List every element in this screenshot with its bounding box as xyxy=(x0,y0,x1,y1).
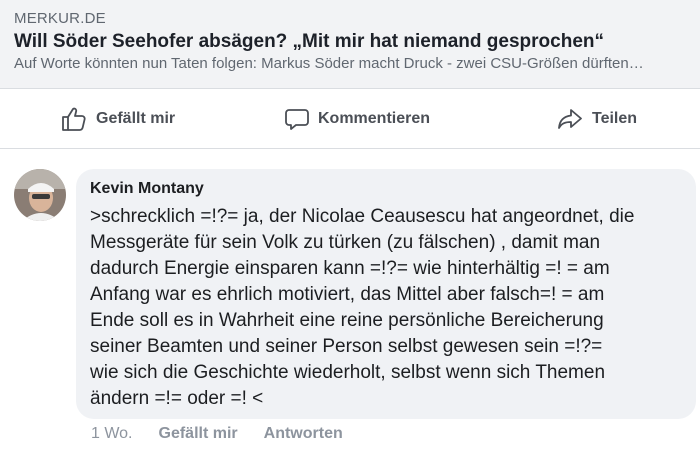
comment-like-link[interactable]: Gefällt mir xyxy=(159,425,238,443)
comment-label: Kommentieren xyxy=(318,109,431,127)
comment: Kevin Montany >schrecklich =!?= ja, der … xyxy=(0,149,700,455)
comment-text: >schrecklich =!?= ja, der Nicolae Ceause… xyxy=(90,206,635,409)
link-source: MERKUR.DE xyxy=(14,10,106,27)
thumbs-up-icon xyxy=(60,105,88,133)
like-button[interactable]: Gefällt mir xyxy=(60,89,175,148)
comment-reply-link[interactable]: Antworten xyxy=(264,425,343,443)
link-title[interactable]: Will Söder Seehofer absägen? „Mit mir ha… xyxy=(14,31,604,53)
speech-bubble-icon xyxy=(284,106,310,132)
like-label: Gefällt mir xyxy=(96,109,176,127)
link-preview-card[interactable]: MERKUR.DE Will Söder Seehofer absägen? „… xyxy=(0,0,700,88)
comment-author[interactable]: Kevin Montany xyxy=(90,180,682,198)
post-action-bar: Gefällt mir Kommentieren Teilen xyxy=(0,88,700,149)
avatar[interactable] xyxy=(14,169,66,221)
share-button[interactable]: Teilen xyxy=(556,89,637,148)
comment-meta: 1 Wo. Gefällt mir Antworten xyxy=(91,425,343,443)
comment-button[interactable]: Kommentieren xyxy=(284,89,430,148)
share-label: Teilen xyxy=(592,109,638,127)
comment-bubble: Kevin Montany >schrecklich =!?= ja, der … xyxy=(76,169,696,419)
comment-timestamp[interactable]: 1 Wo. xyxy=(91,425,133,443)
link-description: Auf Worte könnten nun Taten folgen: Mark… xyxy=(14,55,644,72)
share-arrow-icon xyxy=(556,105,584,133)
